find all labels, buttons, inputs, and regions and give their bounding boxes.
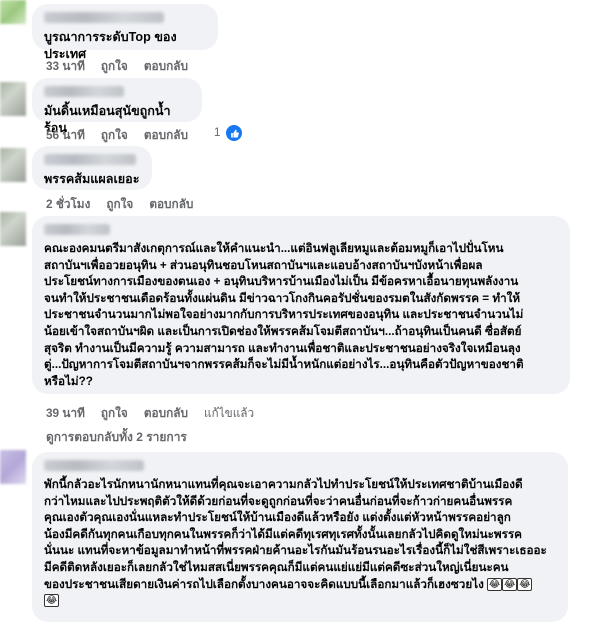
comment-time[interactable]: 39 นาที [46, 404, 85, 423]
commenter-avatar[interactable] [0, 148, 26, 182]
like-button[interactable]: ถูกใจ [101, 126, 128, 145]
comment-text: คณะองคมนตรีมาสังเกตุการณ์และให้คำแนะนำ..… [44, 242, 524, 388]
thumbs-up-icon [225, 124, 244, 142]
edited-label: แก้ไขแล้ว [203, 406, 255, 420]
comment-time[interactable]: 33 นาที [46, 57, 85, 76]
reaction-count: 1 [214, 127, 221, 139]
comment-bubble: คณะองคมนตรีมาสังเกตุการณ์และให้คำแนะนำ..… [32, 216, 570, 394]
comment-bubble: พักนี้กลัวอะไรนักหนานักหนาแทนที่คุณจะเอา… [32, 452, 568, 622]
reply-button[interactable]: ตอบกลับ [144, 126, 188, 145]
comment-actions: 33 นาที ถูกใจ ตอบกลับ [46, 57, 188, 76]
commenter-name[interactable] [44, 12, 164, 23]
comment-actions: 39 นาที ถูกใจ ตอบกลับ แก้ไขแล้ว [46, 404, 254, 423]
view-replies-link[interactable]: ดูการตอบกลับทั้ง 2 รายการ [46, 428, 187, 447]
comment-text: พักนี้กลัวอะไรนักหนานักหนาแทนที่คุณจะเอา… [44, 477, 556, 610]
comment-text: พรรคส้มแผลเยอะ [44, 172, 140, 186]
commenter-name[interactable] [44, 154, 136, 165]
reply-button[interactable]: ตอบกลับ [144, 404, 188, 423]
comment-time[interactable]: 56 นาที [46, 126, 85, 145]
commenter-name[interactable] [44, 224, 110, 235]
like-button[interactable]: ถูกใจ [106, 195, 133, 214]
commenter-avatar[interactable] [0, 0, 26, 24]
reaction-summary[interactable]: 1 [214, 124, 244, 142]
commenter-avatar[interactable] [0, 82, 26, 116]
comment-body: พักนี้กลัวอะไรนักหนานักหนาแทนที่คุณจะเอา… [44, 478, 547, 591]
laugh-emoji-icon: 😂 [517, 577, 533, 591]
like-button[interactable]: ถูกใจ [101, 404, 128, 423]
commenter-avatar[interactable] [0, 450, 26, 484]
commenter-name[interactable] [44, 86, 124, 97]
comment-bubble: พรรคส้มแผลเยอะ [32, 146, 152, 190]
comment-actions: 2 ชั่วโมง ถูกใจ ตอบกลับ [46, 195, 193, 214]
comment-time[interactable]: 2 ชั่วโมง [46, 195, 90, 214]
reply-button[interactable]: ตอบกลับ [144, 57, 188, 76]
laugh-emoji-icon: 😂 [487, 577, 503, 591]
comment-bubble: มันดิ้นเหมือนสุนัขถูกน้ำร้อน [32, 78, 202, 135]
commenter-avatar[interactable] [0, 212, 26, 246]
laugh-emoji-icon: 😂 [44, 594, 60, 608]
comment-bubble: บูรณาการระดับTop ของประเทศ [32, 4, 218, 61]
commenter-name[interactable] [44, 460, 144, 471]
like-button[interactable]: ถูกใจ [101, 57, 128, 76]
laugh-emoji-icon: 😂 [502, 577, 518, 591]
reply-button[interactable]: ตอบกลับ [149, 195, 193, 214]
comment-actions: 56 นาที ถูกใจ ตอบกลับ [46, 126, 188, 145]
